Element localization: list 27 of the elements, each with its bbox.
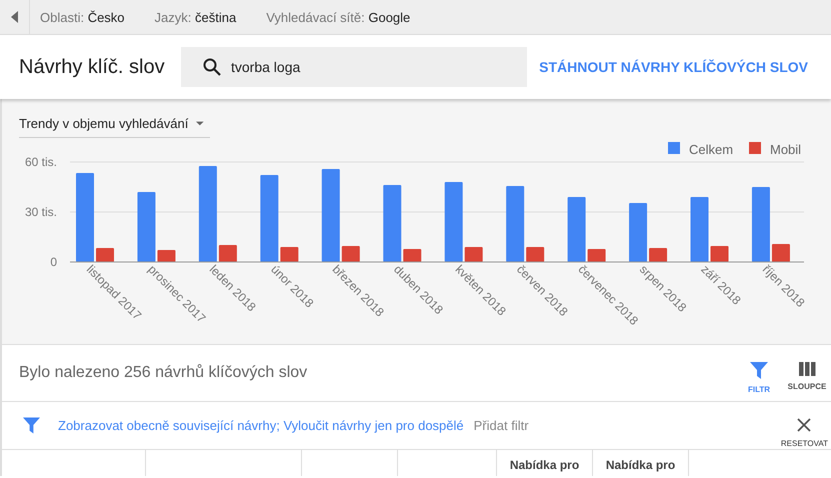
- funnel-icon: [750, 362, 768, 379]
- active-filters-link[interactable]: Zobrazovat obecně související návrhy; Vyloučit návrhy jen pro dospělé: [58, 418, 464, 433]
- filter-button[interactable]: FILTR: [739, 362, 779, 394]
- add-filter-link[interactable]: Přidat filtr: [474, 418, 529, 433]
- reset-button[interactable]: RESETOVAT: [780, 418, 828, 448]
- page-title: Návrhy klíč. slov: [19, 56, 166, 78]
- filter-setting[interactable]: Vyhledávací sítě: Google: [266, 10, 410, 24]
- y-axis-label: 0: [50, 255, 57, 269]
- close-icon: [797, 418, 812, 432]
- legend-label: Mobil: [770, 142, 802, 157]
- y-axis-label: 60 tis.: [24, 155, 57, 169]
- filter-setting[interactable]: Jazyk: čeština: [154, 10, 236, 24]
- funnel-icon: [23, 417, 40, 434]
- filter-setting[interactable]: Oblasti: Česko: [40, 10, 125, 24]
- trend-dropdown[interactable]: Trendy v objemu vyhledávání: [19, 112, 210, 138]
- legend-label: Celkem: [689, 142, 734, 157]
- caret-down-icon: [196, 120, 204, 126]
- download-link[interactable]: STÁHNOUT NÁVRHY KLÍČOVÝCH SLOV: [539, 59, 808, 75]
- caret-left-icon: [10, 11, 18, 23]
- column-header[interactable]: Nabídka pro: [593, 450, 688, 472]
- search-icon: [203, 58, 221, 76]
- column-header[interactable]: Nabídka pro: [497, 450, 592, 472]
- search-field[interactable]: tvorba loga: [181, 47, 527, 87]
- columns-button[interactable]: SLOUPCE: [787, 362, 827, 394]
- y-axis-label: 30 tis.: [24, 205, 57, 219]
- results-summary: Bylo nalezeno 256 návrhů klíčových slov: [19, 364, 308, 382]
- columns-icon: [798, 362, 816, 376]
